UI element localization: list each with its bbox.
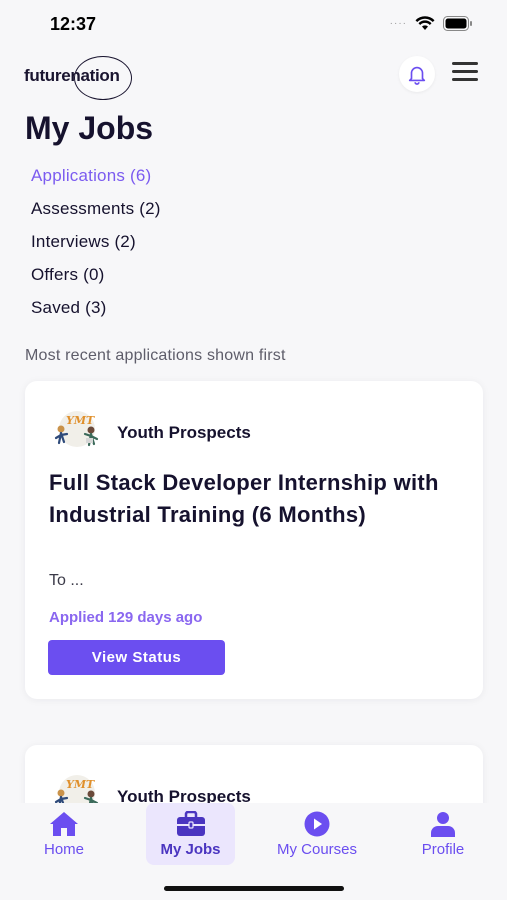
briefcase-icon xyxy=(176,811,205,836)
list-subtitle: Most recent applications shown first xyxy=(25,347,286,364)
nav-home-label: Home xyxy=(43,841,84,858)
tab-offers[interactable]: Offers (0) xyxy=(31,264,161,297)
applied-date: Applied 129 days ago xyxy=(49,609,203,626)
tab-applications[interactable]: Applications (6) xyxy=(31,165,161,198)
menu-line xyxy=(452,70,478,73)
home-indicator[interactable] xyxy=(164,886,344,891)
nav-my-jobs[interactable]: My Jobs xyxy=(146,803,235,865)
status-time: 12:37 xyxy=(50,14,97,34)
hamburger-menu-button[interactable] xyxy=(452,62,478,84)
company-name: Youth Prospects xyxy=(117,423,251,442)
nav-my-jobs-label: My Jobs xyxy=(160,841,221,858)
notifications-button[interactable] xyxy=(399,56,435,92)
job-tabs: Applications (6) Assessments (2) Intervi… xyxy=(31,165,161,330)
nav-my-courses-label: My Courses xyxy=(276,841,358,858)
status-bar: 12:37 ···· xyxy=(0,0,507,48)
battery-icon xyxy=(443,16,472,31)
status-icons: ···· xyxy=(390,16,473,31)
bell-icon xyxy=(408,66,426,85)
person-icon xyxy=(431,812,455,837)
tab-assessments[interactable]: Assessments (2) xyxy=(31,198,161,231)
menu-line xyxy=(452,62,478,65)
tab-interviews[interactable]: Interviews (2) xyxy=(31,231,161,264)
logo-text: futurenation xyxy=(24,66,120,85)
wifi-icon xyxy=(415,16,435,30)
svg-text:YMT: YMT xyxy=(66,778,95,791)
home-icon xyxy=(50,812,78,836)
signal-icon: ···· xyxy=(389,18,407,29)
nav-profile-label: Profile xyxy=(421,841,465,858)
nav-my-courses[interactable]: My Courses xyxy=(265,803,369,865)
futurenation-logo[interactable]: futurenation xyxy=(24,54,134,100)
view-status-button[interactable]: View Status xyxy=(48,640,225,675)
nav-home[interactable]: Home xyxy=(33,803,95,865)
job-title[interactable]: Full Stack Developer Internship with Ind… xyxy=(49,467,449,531)
svg-text:YMT: YMT xyxy=(66,414,95,427)
menu-line xyxy=(452,78,478,81)
youth-prospects-logo: YMT xyxy=(54,411,99,447)
tab-saved[interactable]: Saved (3) xyxy=(31,297,161,330)
nav-profile[interactable]: Profile xyxy=(410,803,476,865)
app-header: futurenation xyxy=(0,48,507,104)
play-circle-icon xyxy=(304,811,330,837)
job-description: To ... xyxy=(49,572,84,589)
job-card[interactable]: YMT Youth Prospects Full Stack Developer… xyxy=(25,381,483,699)
page-title: My Jobs xyxy=(25,110,154,146)
